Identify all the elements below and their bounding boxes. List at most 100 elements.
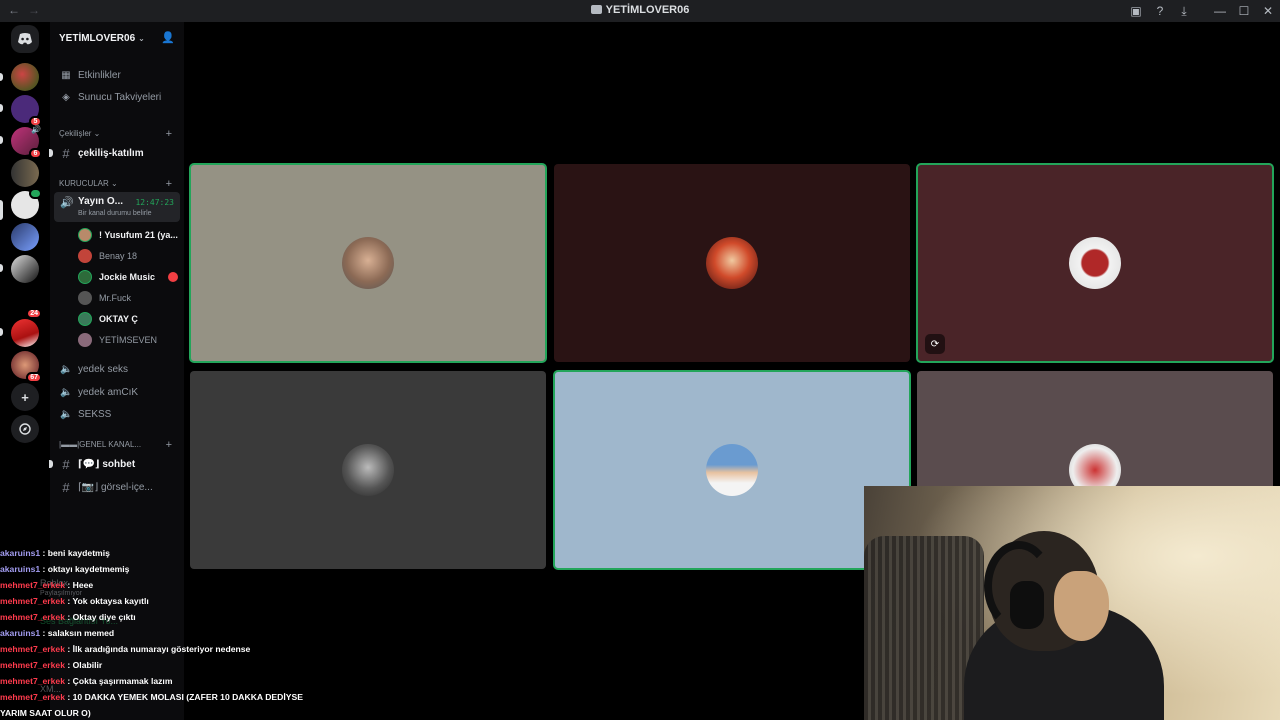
- boosts-label: Sunucu Takviyeleri: [78, 91, 162, 103]
- unread-dot: [49, 460, 53, 468]
- chat-message: akaruins1 : salaksın memed: [0, 625, 330, 641]
- chat-username: mehmet7_erkek: [0, 692, 65, 702]
- voice-member[interactable]: Benay 18: [78, 246, 182, 266]
- chat-username: mehmet7_erkek: [0, 660, 65, 670]
- stream-icon: ⟳: [925, 334, 945, 354]
- chat-message: mehmet7_erkek : Yok oktaysa kayıtlı: [0, 593, 330, 609]
- voice-member[interactable]: OKTAY Ç: [78, 309, 182, 329]
- voice-channel-active[interactable]: 🔊 Yayın O... 12:47:23 Bir kanal durumu b…: [54, 192, 180, 222]
- speaker-icon: 🔈: [60, 386, 73, 398]
- member-name: OKTAY Ç: [99, 314, 138, 324]
- mention-badge: 67: [26, 372, 42, 383]
- window-title: YETİMLOVER06: [0, 4, 1280, 16]
- voice-member[interactable]: ! Yusufum 21 (ya...: [78, 225, 182, 245]
- stream-chat-overlay: akaruins1 : beni kaydetmiş akaruins1 : o…: [0, 545, 330, 720]
- channel-media[interactable]: # ⌈📷⌋ görsel-içe...: [50, 478, 184, 496]
- window-title-text: YETİMLOVER06: [605, 4, 690, 16]
- add-channel-icon[interactable]: +: [166, 439, 172, 451]
- chat-text: : beni kaydetmiş: [40, 548, 110, 558]
- chat-message: mehmet7_erkek : Oktay diye çıktı: [0, 609, 330, 625]
- help-icon[interactable]: ?: [1148, 4, 1172, 18]
- chat-message: mehmet7_erkek : Çokta şaşırmamak lazım: [0, 673, 330, 689]
- chat-username: akaruins1: [0, 628, 41, 638]
- calendar-icon: ▦: [61, 69, 71, 81]
- server-icon[interactable]: [11, 319, 39, 347]
- chat-text: : 10 DAKKA YEMEK MOLASI (ZAFER 10 DAKKA …: [64, 692, 303, 702]
- channel-giveaway[interactable]: # çekiliş-katılım: [49, 144, 184, 162]
- webcam-feed: [864, 486, 1280, 720]
- chat-text: YARIM SAAT OLUR O): [0, 708, 91, 718]
- server-icon[interactable]: 5: [11, 95, 42, 127]
- avatar: [78, 291, 92, 305]
- avatar: [78, 228, 92, 242]
- chat-username: mehmet7_erkek: [0, 612, 65, 622]
- chat-username: mehmet7_erkek: [0, 676, 65, 686]
- unread-pill: [0, 136, 3, 144]
- server-icon[interactable]: 67: [11, 351, 42, 383]
- voice-channel[interactable]: 🔈 SEKSS: [50, 405, 184, 423]
- mention-badge: 6: [29, 148, 42, 159]
- category-founders[interactable]: KURUCULAR ⌄ +: [50, 178, 184, 190]
- chat-text: : salaksın memed: [40, 628, 115, 638]
- unread-dot: [49, 149, 53, 157]
- discord-home-icon[interactable]: [11, 25, 39, 53]
- download-icon[interactable]: ⤓: [1172, 4, 1196, 19]
- category-giveaways[interactable]: Çekilişler ⌄ +: [50, 128, 184, 140]
- channel-label: ⌈📷⌋ görsel-içe...: [78, 481, 153, 493]
- server-icon[interactable]: [11, 63, 39, 91]
- video-tile[interactable]: [553, 370, 911, 570]
- video-tile[interactable]: [190, 371, 546, 569]
- video-tile[interactable]: ⟳: [916, 163, 1274, 363]
- category-general[interactable]: |▬▬|GENEL KANAL... +: [50, 439, 184, 451]
- channel-chat[interactable]: # ⌈💬⌋ sohbet: [49, 455, 184, 473]
- mention-badge: 24: [26, 308, 42, 319]
- minimize-button[interactable]: —: [1208, 4, 1232, 18]
- status-badge: [29, 188, 42, 199]
- voice-member[interactable]: Mr.Fuck: [78, 288, 182, 308]
- explore-button[interactable]: [11, 415, 39, 443]
- video-tile[interactable]: [189, 163, 547, 363]
- category-label: KURUCULAR: [59, 179, 109, 188]
- member-name: Mr.Fuck: [99, 293, 132, 303]
- add-channel-icon[interactable]: +: [166, 178, 172, 190]
- text-channel-icon: #: [62, 145, 70, 161]
- boost-icon: ◈: [62, 91, 70, 103]
- chat-message: YARIM SAAT OLUR O): [0, 705, 330, 720]
- compass-icon: [19, 423, 31, 435]
- category-label: |▬▬|GENEL KANAL...: [59, 440, 142, 449]
- chevron-down-icon: ⌄: [138, 33, 145, 43]
- server-icon[interactable]: 24: [11, 287, 42, 319]
- inbox-icon[interactable]: ▣: [1124, 4, 1148, 18]
- close-button[interactable]: ✕: [1256, 4, 1280, 18]
- channel-label: yedek amCıK: [78, 386, 139, 398]
- add-server-button[interactable]: +: [11, 383, 39, 411]
- chat-message: akaruins1 : oktayı kaydetmemiş: [0, 561, 330, 577]
- channel-status[interactable]: Bir kanal durumu belirle: [78, 210, 152, 217]
- chat-username: mehmet7_erkek: [0, 644, 65, 654]
- server-header[interactable]: YETİMLOVER06 ⌄ 👤: [50, 22, 184, 54]
- server-icon[interactable]: [11, 188, 42, 219]
- participant-avatar: [342, 444, 394, 496]
- server-icon[interactable]: [11, 255, 39, 283]
- add-channel-icon[interactable]: +: [166, 128, 172, 140]
- voice-member[interactable]: YETİMSEVEN: [78, 330, 182, 350]
- chat-text: : Heee: [64, 580, 94, 590]
- server-icon[interactable]: [11, 223, 39, 251]
- voice-channel[interactable]: 🔈 yedek seks: [50, 360, 184, 378]
- video-tile[interactable]: [554, 164, 910, 362]
- voice-channel[interactable]: 🔈 yedek amCıK: [50, 383, 184, 401]
- invite-people-icon[interactable]: 👤: [161, 31, 175, 44]
- speaker-icon: 🔊: [31, 125, 41, 134]
- participant-avatar: [706, 237, 758, 289]
- events-row[interactable]: ▦ Etkinlikler: [50, 66, 184, 84]
- chat-message: mehmet7_erkek : İlk aradığında numarayı …: [0, 641, 330, 657]
- maximize-button[interactable]: ☐: [1232, 4, 1256, 18]
- avatar: [78, 312, 92, 326]
- unread-pill: [0, 328, 3, 336]
- participant-avatar: [706, 444, 758, 496]
- selected-pill: [0, 200, 3, 220]
- boosts-row[interactable]: ◈ Sunucu Takviyeleri: [50, 88, 184, 106]
- voice-member[interactable]: Jockie Music: [78, 267, 182, 287]
- server-icon[interactable]: [11, 159, 39, 187]
- server-icon[interactable]: 🔊 6: [11, 125, 42, 159]
